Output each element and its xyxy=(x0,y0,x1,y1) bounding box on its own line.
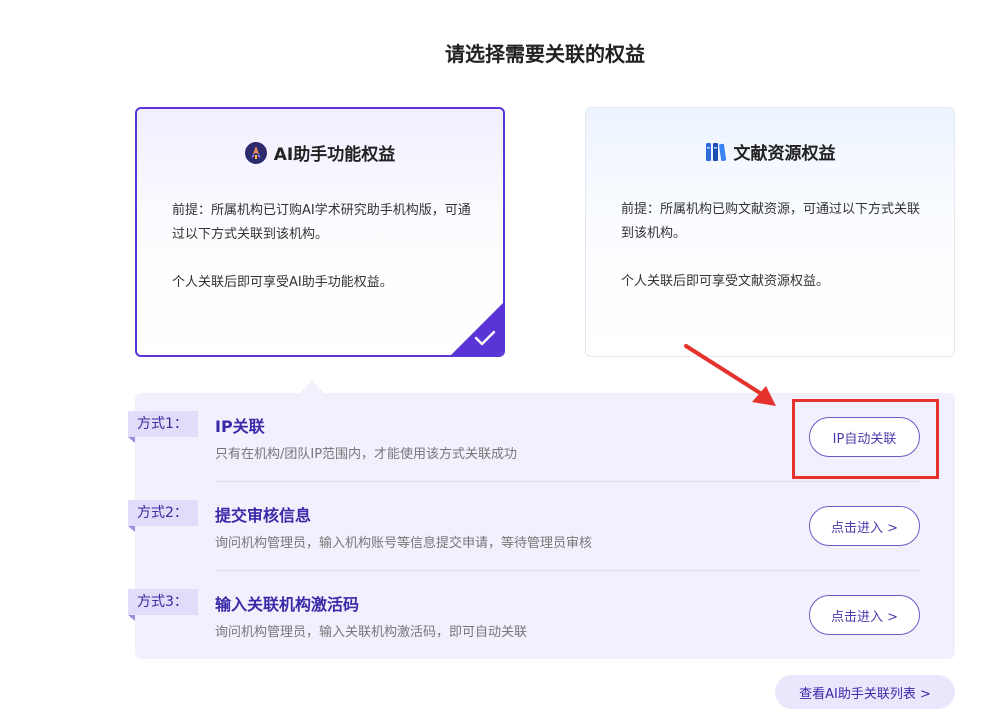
ai-card-benefit-note: 个人关联后即可享受AI助手功能权益。 xyxy=(172,275,393,290)
ai-benefit-card[interactable]: AI助手功能权益 前提：所属机构已订购AI学术研究助手机构版，可通过以下方式关联… xyxy=(135,107,505,357)
method-description: 询问机构管理员，输入关联机构激活码，即可自动关联 xyxy=(215,625,528,640)
literature-card-benefit-note: 个人关联后即可享受文献资源权益。 xyxy=(621,274,830,289)
ai-rocket-icon xyxy=(244,141,267,164)
submit-review-enter-button[interactable]: 点击进入 > xyxy=(809,506,920,546)
annotation-highlight-box xyxy=(792,399,939,479)
panel-pointer xyxy=(300,380,324,393)
literature-card-title: 文献资源权益 xyxy=(733,144,836,164)
method-item-activation-code: 方式3： 输入关联机构激活码 询问机构管理员，输入关联机构激活码，即可自动关联 … xyxy=(128,571,955,660)
page-title: 请选择需要关联的权益 xyxy=(445,42,645,66)
method-tag: 方式2： xyxy=(128,500,198,532)
method-title: 提交审核信息 xyxy=(215,506,312,525)
method-description: 询问机构管理员，输入机构账号等信息提交申请，等待管理员审核 xyxy=(215,536,593,551)
ai-card-description: 前提：所属机构已订购AI学术研究助手机构版，可通过以下方式关联到该机构。 个人关… xyxy=(172,199,482,295)
literature-card-description: 前提：所属机构已购文献资源，可通过以下方式关联到该机构。 个人关联后即可享受文献… xyxy=(621,198,931,294)
literature-card-header: 文献资源权益 xyxy=(586,139,954,164)
view-ai-association-list-button[interactable]: 查看AI助手关联列表 > xyxy=(775,675,955,709)
method-tag: 方式3： xyxy=(128,589,198,621)
annotation-arrow-icon xyxy=(684,344,776,406)
checkmark-icon xyxy=(474,330,496,346)
ai-card-premise: 前提：所属机构已订购AI学术研究助手机构版，可通过以下方式关联到该机构。 xyxy=(172,203,471,242)
ai-card-title: AI助手功能权益 xyxy=(273,145,396,165)
books-icon xyxy=(705,142,726,161)
method-title: 输入关联机构激活码 xyxy=(215,595,360,614)
method-description: 只有在机构/团队IP范围内，才能使用该方式关联成功 xyxy=(215,447,518,462)
method-title: IP关联 xyxy=(215,417,265,436)
ai-card-header: AI助手功能权益 xyxy=(137,140,503,165)
method-tag: 方式1： xyxy=(128,411,198,443)
method-item-submit-review: 方式2： 提交审核信息 询问机构管理员，输入机构账号等信息提交申请，等待管理员审… xyxy=(128,482,955,571)
literature-card-premise: 前提：所属机构已购文献资源，可通过以下方式关联到该机构。 xyxy=(621,202,921,241)
activation-code-enter-button[interactable]: 点击进入 > xyxy=(809,595,920,635)
literature-benefit-card[interactable]: 文献资源权益 前提：所属机构已购文献资源，可通过以下方式关联到该机构。 个人关联… xyxy=(585,107,955,357)
